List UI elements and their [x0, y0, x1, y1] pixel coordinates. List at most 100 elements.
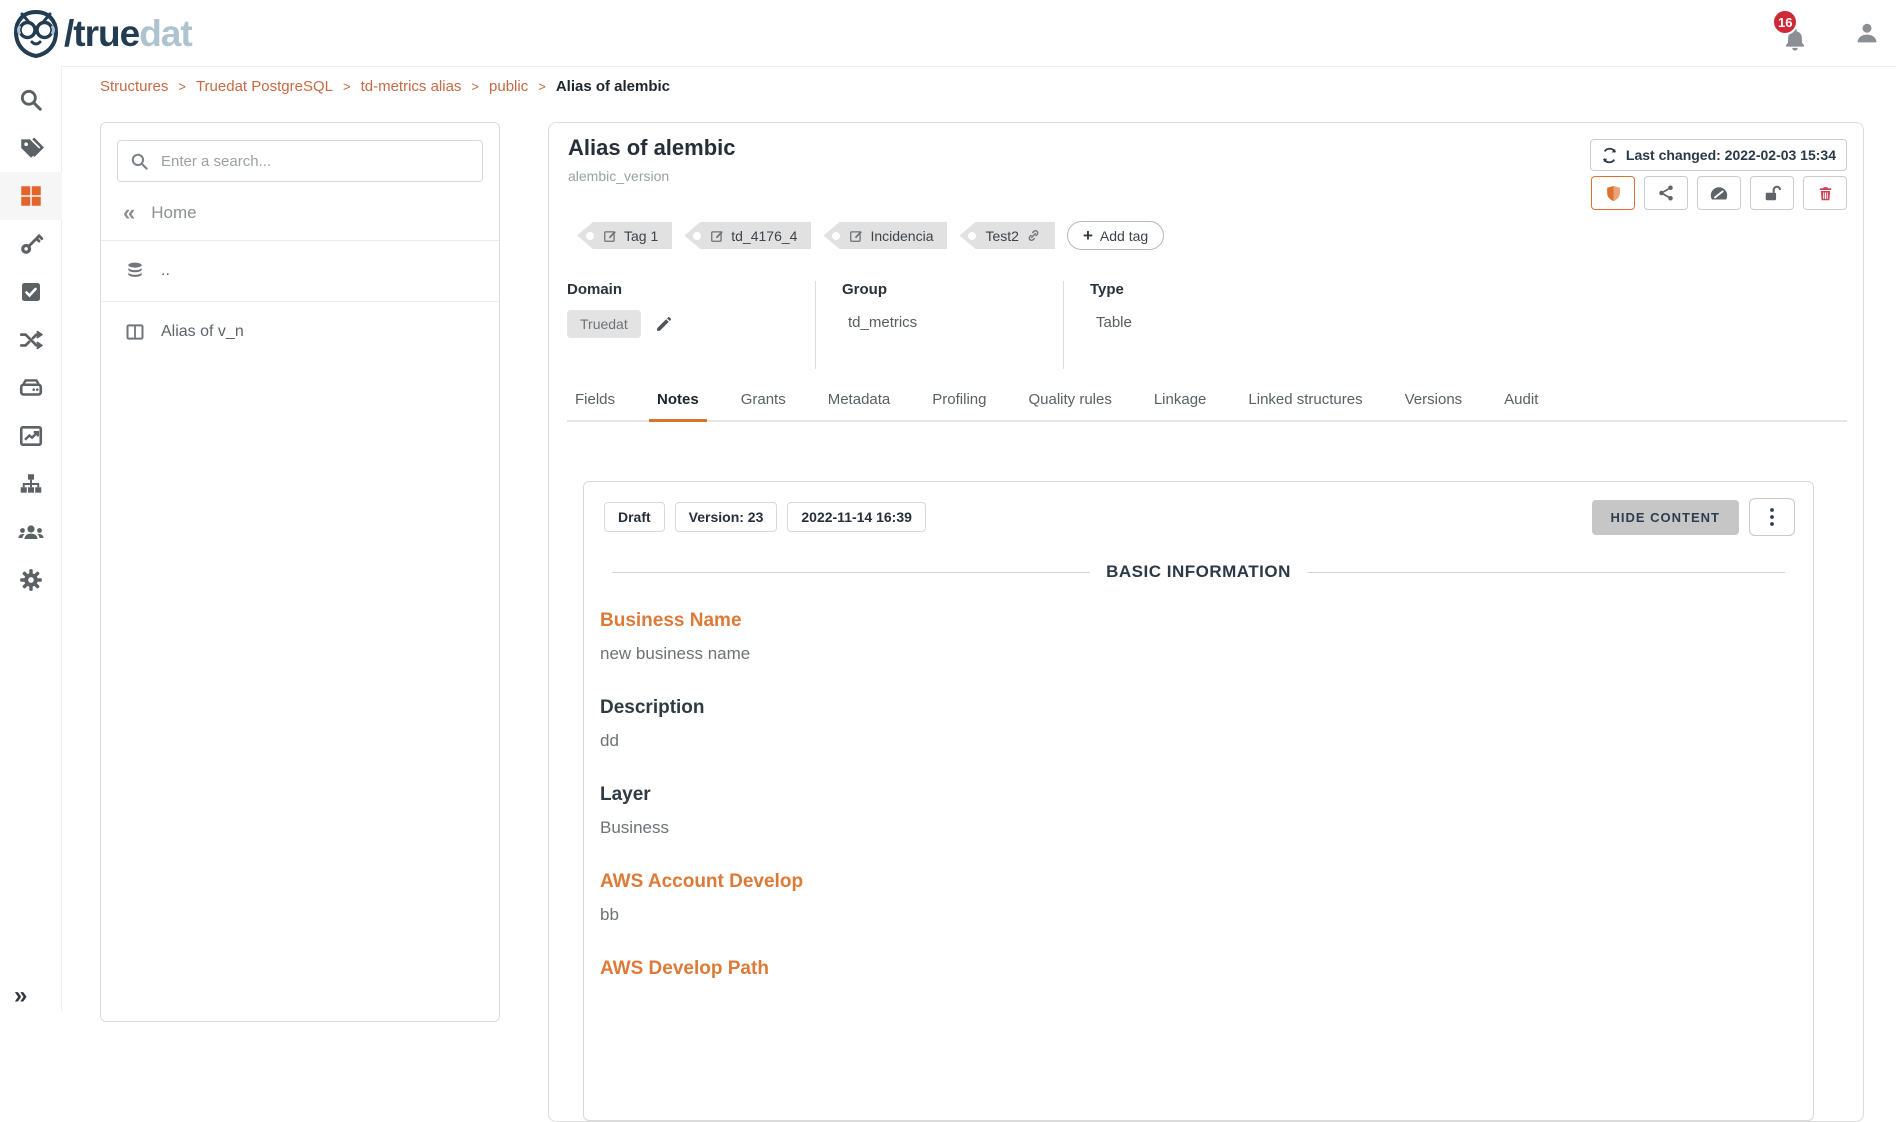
tab-quality-rules[interactable]: Quality rules [1026, 385, 1113, 420]
tab-linkage[interactable]: Linkage [1152, 385, 1209, 420]
note-meta-chips: Draft Version: 23 2022-11-14 16:39 [604, 502, 926, 532]
tab-audit[interactable]: Audit [1502, 385, 1540, 420]
user-menu-button[interactable] [1852, 18, 1882, 48]
notifications-button[interactable]: 16 [1778, 13, 1812, 53]
link-icon[interactable] [1026, 228, 1041, 243]
breadcrumb-separator: > [343, 79, 351, 94]
structure-actions [1591, 176, 1847, 210]
tag-hole [832, 232, 840, 240]
note-fields: Business Name new business name Descript… [600, 610, 1813, 980]
hide-content-button[interactable]: HIDE CONTENT [1592, 500, 1740, 535]
group-label: Group [842, 281, 1033, 298]
home-label: Home [151, 203, 196, 223]
breadcrumb-public[interactable]: public [489, 78, 528, 95]
edit-domain-icon[interactable] [655, 316, 672, 333]
tab-grants[interactable]: Grants [739, 385, 788, 420]
edit-tag-icon[interactable] [849, 229, 863, 243]
share-button[interactable] [1644, 176, 1688, 210]
breadcrumb-separator: > [538, 79, 546, 94]
lock-button[interactable] [1750, 176, 1794, 210]
breadcrumb-structures[interactable]: Structures [100, 78, 168, 95]
tab-versions[interactable]: Versions [1403, 385, 1465, 420]
tag-chip-linked[interactable]: Test2 [959, 222, 1054, 249]
breadcrumb: Structures > Truedat PostgreSQL > td-met… [100, 70, 670, 102]
rail-shuffle-icon[interactable] [0, 316, 62, 364]
section-title: BASIC INFORMATION [1106, 562, 1291, 582]
edit-tag-icon[interactable] [710, 229, 724, 243]
breadcrumb-separator: > [471, 79, 479, 94]
list-item-label: .. [161, 262, 170, 280]
domain-value-row: Truedat [567, 310, 785, 338]
logo-text-true: /true [64, 13, 139, 54]
logo-text-dat: dat [139, 13, 192, 54]
field-label: Layer [600, 784, 1813, 806]
rail-analytics-icon[interactable] [0, 412, 62, 460]
domain-chip[interactable]: Truedat [567, 310, 641, 338]
tag-chip[interactable]: Incidencia [823, 222, 947, 249]
tag-chip[interactable]: td_4176_4 [684, 222, 811, 249]
field-value: Business [600, 818, 1813, 838]
group-column: Group td_metrics [815, 281, 1063, 369]
chevron-double-left-icon: « [123, 202, 135, 224]
rail-key-icon[interactable] [0, 220, 62, 268]
breadcrumb-current: Alias of alembic [556, 78, 670, 95]
note-version-badge: Version: 23 [675, 502, 778, 532]
breadcrumb-separator: > [178, 79, 186, 94]
tag-label: td_4176_4 [731, 228, 797, 244]
tab-fields[interactable]: Fields [573, 385, 617, 420]
table-icon [125, 322, 145, 342]
rail-storage-icon[interactable] [0, 364, 62, 412]
field-value: dd [600, 731, 1813, 751]
search-icon [130, 152, 149, 171]
domain-column: Domain Truedat [567, 281, 815, 369]
rail-lineage-icon[interactable] [0, 460, 62, 508]
breadcrumb-schema[interactable]: td-metrics alias [361, 78, 462, 95]
tab-linked-structures[interactable]: Linked structures [1246, 385, 1364, 420]
field-label: AWS Account Develop [600, 871, 1813, 893]
delete-button[interactable] [1803, 176, 1847, 210]
tab-profiling[interactable]: Profiling [930, 385, 988, 420]
rail-users-icon[interactable] [0, 508, 62, 556]
database-icon [125, 261, 145, 281]
list-item-parent[interactable]: .. [101, 241, 499, 301]
dashboard-button[interactable] [1697, 176, 1741, 210]
permissions-button[interactable] [1591, 176, 1635, 210]
field-label: Description [600, 697, 1813, 719]
header-right: 16 [1778, 0, 1896, 66]
details-section: Domain Truedat Group td_metrics Type Tab… [567, 281, 1162, 369]
structure-search-box [117, 140, 483, 182]
rail-quality-icon[interactable] [0, 268, 62, 316]
tachometer-icon [1709, 184, 1729, 202]
divider [612, 572, 1090, 573]
kebab-icon [1769, 507, 1775, 527]
note-field: Layer Business [600, 784, 1813, 838]
field-value: bb [600, 905, 1813, 925]
tab-notes[interactable]: Notes [655, 385, 701, 420]
breadcrumb-system[interactable]: Truedat PostgreSQL [196, 78, 333, 95]
tag-chip[interactable]: Tag 1 [577, 222, 672, 249]
page-subtitle: alembic_version [568, 168, 669, 184]
expand-rail-button[interactable]: » [14, 984, 27, 1008]
section-heading: BASIC INFORMATION [612, 562, 1785, 582]
rail-structures-icon[interactable] [0, 172, 62, 220]
edit-tag-icon[interactable] [603, 229, 617, 243]
unlock-icon [1763, 184, 1782, 203]
truedat-logo[interactable]: /truedat [12, 8, 192, 58]
last-changed-button[interactable]: Last changed: 2022-02-03 15:34 [1590, 139, 1847, 171]
refresh-icon [1601, 147, 1618, 164]
list-item-structure[interactable]: Alias of v_n [101, 302, 499, 362]
browser-home-link[interactable]: « Home [101, 182, 499, 240]
rail-settings-icon[interactable] [0, 556, 62, 604]
plus-icon: + [1083, 227, 1093, 244]
list-item-label: Alias of v_n [161, 323, 244, 341]
add-tag-button[interactable]: + Add tag [1067, 221, 1164, 250]
note-field: Description dd [600, 697, 1813, 751]
note-menu-button[interactable] [1749, 498, 1795, 536]
tag-hole [968, 232, 976, 240]
rail-tags-icon[interactable] [0, 124, 62, 172]
field-label: Business Name [600, 610, 1813, 632]
search-input[interactable] [159, 152, 470, 171]
rail-search-icon[interactable] [0, 76, 62, 124]
tab-metadata[interactable]: Metadata [826, 385, 893, 420]
tags-row: Tag 1 td_4176_4 Incidencia Test2 + Add t [577, 221, 1164, 250]
